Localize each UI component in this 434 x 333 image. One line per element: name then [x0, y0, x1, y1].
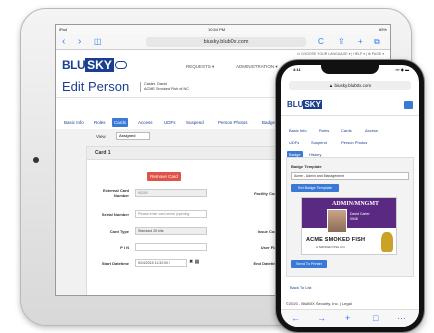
external-card-number-label: External Card Number	[102, 188, 129, 198]
phone-tab-basic-info[interactable]: Basic Info	[287, 127, 309, 135]
phone-tab-suspend[interactable]: Suspend	[309, 139, 329, 147]
menu-administration[interactable]: ADMINISTRATION ▾	[236, 64, 278, 70]
back-icon[interactable]: ‹	[62, 37, 65, 47]
bookmarks-icon[interactable]: ◫	[94, 37, 102, 47]
share-icon[interactable]: ⇪	[338, 37, 345, 47]
external-card-number-field[interactable]: 90290	[135, 189, 207, 197]
phone-tab-cards[interactable]: Cards	[339, 127, 354, 135]
phone-screen: 4:11 ▪▪▪ ◈ ▬ ▲ biusky.blub0x.com BLUSKY …	[281, 65, 419, 327]
phone-new-tab-icon[interactable]: +	[345, 313, 350, 323]
phone-back-icon[interactable]: ←	[291, 313, 300, 323]
remove-card-button[interactable]: Remove Card	[147, 172, 181, 181]
badge-preview: ADMIN/MNGMT David Carter 0948 ACME SMOKE…	[301, 197, 397, 255]
set-badge-template-button[interactable]: Set Badge Template	[291, 184, 339, 192]
badge-template-select[interactable]: Acme - Admin and Management	[291, 172, 409, 180]
view-label: View	[96, 134, 106, 139]
reload-icon[interactable]: C	[318, 37, 324, 47]
battery-indicator: 65%	[378, 27, 387, 32]
address-bar[interactable]: biusky.blub0x.com	[146, 37, 306, 47]
user-flag-label: User Flag	[260, 245, 279, 250]
clock: 10:54 PM	[208, 27, 226, 32]
phone-tab-access[interactable]: Access	[363, 127, 380, 135]
tab-roles[interactable]: Roles	[92, 118, 108, 127]
tabs-icon[interactable]: ⧉	[374, 37, 380, 47]
badge-company-sub: A SMOKED FISH CO	[316, 245, 345, 249]
phone-tab-roles[interactable]: Roles	[317, 127, 331, 135]
tablet-camera	[33, 157, 39, 163]
person-info: Caster, David ACME Smoked Fish of NC	[140, 82, 189, 92]
phone-notch	[321, 65, 379, 74]
tab-udfs[interactable]: UDFs	[162, 118, 178, 127]
carrier-label: iPad	[59, 27, 68, 32]
serial-number-label: Serial Number	[101, 212, 129, 217]
phone-footer: ©2020 - BluB0X Security, Inc. | Legal	[286, 301, 352, 306]
badge-company: ACME SMOKED FISH	[306, 237, 366, 243]
start-datetime-field[interactable]: 5/24/2015 11:32:00 /	[135, 259, 187, 267]
blusky-logo[interactable]: BLU SKY	[62, 58, 127, 72]
forward-icon[interactable]: ›	[78, 37, 81, 47]
badge-template-label: Badge Template	[291, 164, 322, 169]
start-datetime-icons[interactable]: ✖ ▦	[189, 259, 199, 265]
phone-blusky-logo[interactable]: BLUSKY	[287, 100, 322, 109]
phone-more-icon[interactable]: ···	[397, 313, 406, 323]
tablet-status-bar: iPad 10:54 PM 65%	[56, 25, 390, 34]
phone-clock: 4:11	[293, 67, 301, 72]
phone-tab-udfs[interactable]: UDFs	[287, 139, 301, 147]
person-org: ACME Smoked Fish of NC	[144, 87, 189, 91]
facility-code-label: Facility Code	[254, 191, 279, 196]
phone-device: 4:11 ▪▪▪ ◈ ▬ ▲ biusky.blub0x.com BLUSKY …	[276, 60, 424, 332]
badge-number: 0948	[350, 216, 358, 221]
browser-toolbar: ‹ › ◫ biusky.blub0x.com C ⇪ + ⧉	[56, 34, 390, 50]
menu-requests[interactable]: REQUESTS ▾	[186, 64, 214, 70]
pin-field[interactable]	[135, 243, 207, 251]
phone-app-header: BLUSKY	[281, 94, 419, 116]
badge-panel: Badge Template Acme - Admin and Manageme…	[286, 157, 414, 277]
send-to-printer-button[interactable]: Send To Printer	[291, 260, 327, 268]
phone-browser-toolbar: ← → + □ ···	[281, 309, 419, 327]
fish-logo-icon	[381, 232, 393, 252]
utility-links[interactable]: ⊙ CHOOSE YOUR LANGUAGE ▾ | HELP ▾ | ⊕ PA…	[297, 52, 384, 56]
badge-photo	[327, 209, 347, 233]
phone-signal-icon: ▪▪▪ ◈ ▬	[395, 67, 409, 72]
product-mockup: iPad 10:54 PM 65% ‹ › ◫ biusky.blub0x.co…	[0, 0, 434, 333]
page-title: Edit Person	[62, 79, 130, 94]
badge-name-block: David Carter 0948	[350, 212, 370, 221]
start-datetime-label: Start Datetime	[101, 261, 129, 266]
pin-label: P I N	[120, 245, 129, 250]
badge-role: ADMIN/MNGMT	[332, 201, 379, 207]
new-tab-icon[interactable]: +	[358, 37, 363, 47]
phone-forward-icon[interactable]: →	[317, 313, 326, 323]
card-type-label: Card Type	[109, 229, 129, 234]
serial-number-field[interactable]: Please enter card serial (opening	[135, 210, 207, 218]
cloud-icon	[114, 61, 127, 69]
tab-person-photos[interactable]: Person Photos	[216, 118, 250, 127]
badge-person-name: David Carter	[350, 212, 370, 216]
issue-code-label: Issue Code	[257, 229, 279, 234]
end-datetime-label: End Datetime	[253, 261, 279, 266]
tab-cards[interactable]: Cards	[112, 118, 129, 127]
tab-suspend[interactable]: Suspend	[184, 118, 206, 127]
view-select[interactable]: Assigned	[116, 132, 150, 140]
phone-address-bar[interactable]: ▲ biusky.blub0x.com	[289, 81, 411, 90]
phone-tabs-icon[interactable]: □	[373, 313, 378, 323]
tab-basic-info[interactable]: Basic Info	[62, 118, 86, 127]
tab-badge[interactable]: Badge	[260, 118, 277, 127]
phone-tab-person-photos[interactable]: Person Photos	[339, 139, 369, 147]
card-type-select[interactable]: Standard 26 bits	[135, 227, 207, 235]
back-to-list-link[interactable]: Back To List	[290, 285, 312, 290]
tab-access[interactable]: Access	[136, 118, 155, 127]
hamburger-menu-icon[interactable]	[404, 101, 413, 109]
